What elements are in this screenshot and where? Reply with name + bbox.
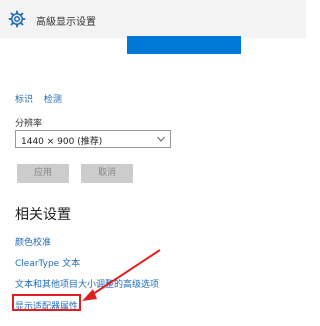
chevron-down-icon	[157, 136, 165, 142]
resolution-label: 分辨率	[15, 119, 43, 129]
gear-icon	[8, 10, 26, 28]
identify-link[interactable]: 标识	[15, 95, 33, 105]
display-links: 标识 检测	[15, 92, 70, 105]
cancel-button[interactable]: 取消	[81, 164, 133, 183]
related-settings-heading: 相关设置	[15, 207, 71, 223]
resolution-dropdown[interactable]: 1440 × 900 (推荐)	[15, 130, 171, 148]
highlight-box	[12, 294, 81, 311]
advanced-sizing-link[interactable]: 文本和其他项目大小调整的高级选项	[15, 277, 159, 290]
color-calibration-link[interactable]: 颜色校准	[15, 235, 51, 248]
apply-button[interactable]: 应用	[17, 164, 69, 183]
detect-link[interactable]: 检测	[44, 95, 62, 105]
monitor-preview[interactable]	[127, 36, 241, 54]
cleartype-link[interactable]: ClearType 文本	[15, 256, 80, 269]
resolution-value: 1440 × 900 (推荐)	[21, 137, 103, 147]
settings-header: 高級显示设置	[0, 0, 306, 38]
page-title: 高級显示设置	[36, 17, 96, 28]
